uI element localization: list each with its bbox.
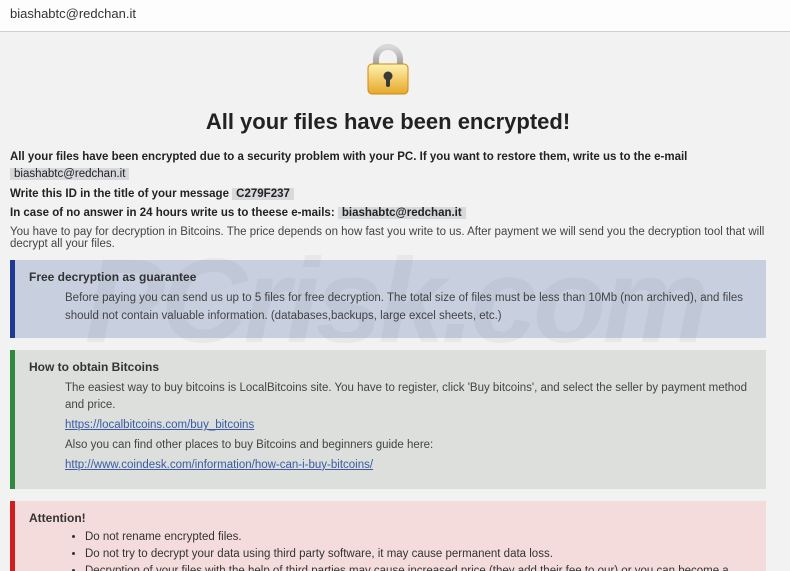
intro-line3-text: In case of no answer in 24 hours write u… <box>10 207 338 219</box>
panel-btc-link1[interactable]: https://localbitcoins.com/buy_bitcoins <box>65 419 254 431</box>
intro-email2: biashabtc@redchan.it <box>338 207 466 219</box>
panel-attention: Attention! Do not rename encrypted files… <box>10 501 766 571</box>
panel-btc-title: How to obtain Bitcoins <box>29 360 752 374</box>
panel-btc-line2: Also you can find other places to buy Bi… <box>65 437 752 455</box>
panel-obtain-bitcoins: How to obtain Bitcoins The easiest way t… <box>10 350 766 489</box>
intro-line2-text: Write this ID in the title of your messa… <box>10 188 232 200</box>
list-item: Do not rename encrypted files. <box>85 531 752 543</box>
panel-free-body: Before paying you can send us up to 5 fi… <box>29 290 752 326</box>
content-viewport[interactable]: PCrisk.com All your files have been encr… <box>0 32 790 571</box>
intro-line1-text: All your files have been encrypted due t… <box>10 151 687 163</box>
panel-attn-title: Attention! <box>29 511 752 525</box>
lock-wrap <box>10 42 766 101</box>
list-item: Decryption of your files with the help o… <box>85 565 752 571</box>
payline: You have to pay for decryption in Bitcoi… <box>10 226 766 250</box>
panel-free-decryption: Free decryption as guarantee Before payi… <box>10 260 766 338</box>
window-titlebar: biashabtc@redchan.it <box>0 0 790 32</box>
panel-btc-line1: The easiest way to buy bitcoins is Local… <box>65 380 752 416</box>
intro-line2: Write this ID in the title of your messa… <box>10 186 766 203</box>
panel-free-title: Free decryption as guarantee <box>29 270 752 284</box>
intro-line1: All your files have been encrypted due t… <box>10 149 766 184</box>
panel-btc-link2[interactable]: http://www.coindesk.com/information/how-… <box>65 459 373 471</box>
page-title: All your files have been encrypted! <box>10 109 766 135</box>
lock-icon <box>360 42 416 101</box>
window-title: biashabtc@redchan.it <box>10 6 136 21</box>
intro-email1: biashabtc@redchan.it <box>10 168 129 180</box>
list-item: Do not try to decrypt your data using th… <box>85 548 752 560</box>
intro-line3: In case of no answer in 24 hours write u… <box>10 205 766 222</box>
intro-id: C279F237 <box>232 188 294 200</box>
